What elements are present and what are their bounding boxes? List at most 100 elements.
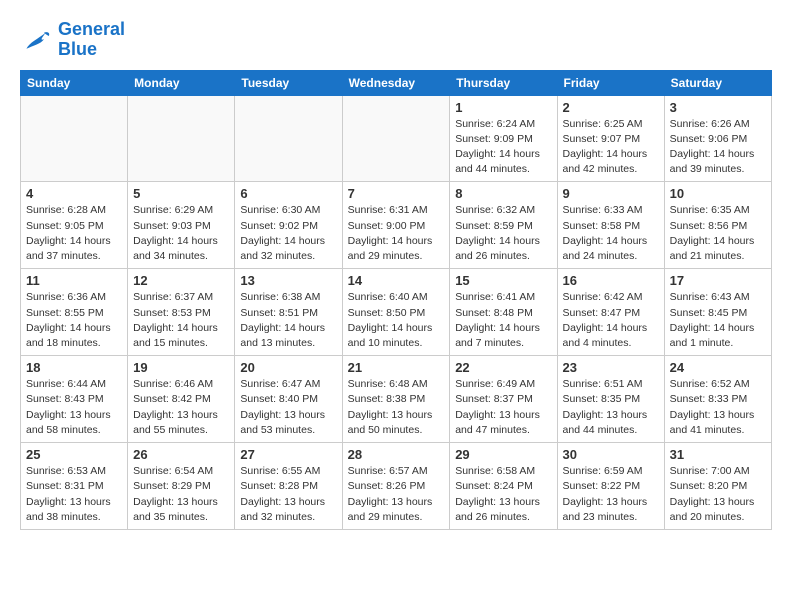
day-number: 8 [455, 186, 551, 201]
day-number: 29 [455, 447, 551, 462]
day-info: Sunrise: 6:41 AM Sunset: 8:48 PM Dayligh… [455, 290, 551, 351]
day-cell: 27 Sunrise: 6:55 AM Sunset: 8:28 PM Dayli… [235, 443, 342, 530]
day-number: 30 [563, 447, 659, 462]
day-cell: 8 Sunrise: 6:32 AM Sunset: 8:59 PM Daylig… [450, 182, 557, 269]
day-cell: 5Sunrise: 6:29 AM Sunset: 9:03 PM Daylig… [128, 182, 235, 269]
day-cell: 25Sunrise: 6:53 AM Sunset: 8:31 PM Dayli… [21, 443, 128, 530]
day-cell: 3 Sunrise: 6:26 AM Sunset: 9:06 PM Daylig… [664, 95, 771, 182]
day-info: Sunrise: 6:42 AM Sunset: 8:47 PM Dayligh… [563, 290, 659, 351]
day-info: Sunrise: 6:44 AM Sunset: 8:43 PM Dayligh… [26, 377, 122, 438]
day-number: 15 [455, 273, 551, 288]
logo: General Blue [20, 20, 125, 60]
day-info: Sunrise: 6:57 AM Sunset: 8:26 PM Dayligh… [348, 464, 445, 525]
day-info: Sunrise: 7:00 AM Sunset: 8:20 PM Dayligh… [670, 464, 766, 525]
col-header-saturday: Saturday [664, 70, 771, 95]
col-header-thursday: Thursday [450, 70, 557, 95]
day-number: 16 [563, 273, 659, 288]
day-number: 22 [455, 360, 551, 375]
day-number: 19 [133, 360, 229, 375]
day-cell: 30 Sunrise: 6:59 AM Sunset: 8:22 PM Dayli… [557, 443, 664, 530]
page-header: General Blue [20, 20, 772, 60]
day-info: Sunrise: 6:38 AM Sunset: 8:51 PM Dayligh… [240, 290, 336, 351]
day-cell: 14 Sunrise: 6:40 AM Sunset: 8:50 PM Dayli… [342, 269, 450, 356]
day-number: 31 [670, 447, 766, 462]
week-row-4: 18 Sunrise: 6:44 AM Sunset: 8:43 PM Dayli… [21, 356, 772, 443]
logo-icon [20, 26, 52, 54]
day-cell: 12 Sunrise: 6:37 AM Sunset: 8:53 PM Dayli… [128, 269, 235, 356]
day-number: 28 [348, 447, 445, 462]
day-number: 23 [563, 360, 659, 375]
day-number: 9 [563, 186, 659, 201]
day-cell: 22Sunrise: 6:49 AM Sunset: 8:37 PM Dayli… [450, 356, 557, 443]
day-info: Sunrise: 6:53 AM Sunset: 8:31 PM Dayligh… [26, 464, 122, 525]
day-info: Sunrise: 6:48 AM Sunset: 8:38 PM Dayligh… [348, 377, 445, 438]
day-cell: 16 Sunrise: 6:42 AM Sunset: 8:47 PM Dayli… [557, 269, 664, 356]
day-cell: 11 Sunrise: 6:36 AM Sunset: 8:55 PM Dayli… [21, 269, 128, 356]
day-number: 3 [670, 100, 766, 115]
week-row-5: 25Sunrise: 6:53 AM Sunset: 8:31 PM Dayli… [21, 443, 772, 530]
day-info: Sunrise: 6:31 AM Sunset: 9:00 PM Dayligh… [348, 203, 445, 264]
day-number: 20 [240, 360, 336, 375]
day-number: 14 [348, 273, 445, 288]
day-cell [342, 95, 450, 182]
week-row-2: 4 Sunrise: 6:28 AM Sunset: 9:05 PM Daylig… [21, 182, 772, 269]
day-cell: 20 Sunrise: 6:47 AM Sunset: 8:40 PM Dayli… [235, 356, 342, 443]
day-info: Sunrise: 6:30 AM Sunset: 9:02 PM Dayligh… [240, 203, 336, 264]
day-number: 17 [670, 273, 766, 288]
day-info: Sunrise: 6:28 AM Sunset: 9:05 PM Dayligh… [26, 203, 122, 264]
day-info: Sunrise: 6:59 AM Sunset: 8:22 PM Dayligh… [563, 464, 659, 525]
day-number: 27 [240, 447, 336, 462]
day-cell: 7 Sunrise: 6:31 AM Sunset: 9:00 PM Daylig… [342, 182, 450, 269]
day-info: Sunrise: 6:47 AM Sunset: 8:40 PM Dayligh… [240, 377, 336, 438]
logo-text: General Blue [58, 20, 125, 60]
week-row-1: 1Sunrise: 6:24 AM Sunset: 9:09 PM Daylig… [21, 95, 772, 182]
col-header-sunday: Sunday [21, 70, 128, 95]
week-row-3: 11 Sunrise: 6:36 AM Sunset: 8:55 PM Dayli… [21, 269, 772, 356]
day-number: 13 [240, 273, 336, 288]
day-number: 24 [670, 360, 766, 375]
day-number: 21 [348, 360, 445, 375]
day-cell: 15 Sunrise: 6:41 AM Sunset: 8:48 PM Dayli… [450, 269, 557, 356]
day-info: Sunrise: 6:51 AM Sunset: 8:35 PM Dayligh… [563, 377, 659, 438]
day-info: Sunrise: 6:55 AM Sunset: 8:28 PM Dayligh… [240, 464, 336, 525]
day-number: 6 [240, 186, 336, 201]
day-info: Sunrise: 6:58 AM Sunset: 8:24 PM Dayligh… [455, 464, 551, 525]
calendar-header-row: SundayMondayTuesdayWednesdayThursdayFrid… [21, 70, 772, 95]
day-info: Sunrise: 6:37 AM Sunset: 8:53 PM Dayligh… [133, 290, 229, 351]
day-number: 26 [133, 447, 229, 462]
day-cell [235, 95, 342, 182]
day-number: 7 [348, 186, 445, 201]
day-info: Sunrise: 6:25 AM Sunset: 9:07 PM Dayligh… [563, 117, 659, 178]
day-info: Sunrise: 6:43 AM Sunset: 8:45 PM Dayligh… [670, 290, 766, 351]
day-info: Sunrise: 6:52 AM Sunset: 8:33 PM Dayligh… [670, 377, 766, 438]
day-cell: 10Sunrise: 6:35 AM Sunset: 8:56 PM Dayli… [664, 182, 771, 269]
day-cell [128, 95, 235, 182]
day-info: Sunrise: 6:24 AM Sunset: 9:09 PM Dayligh… [455, 117, 551, 178]
day-cell: 17 Sunrise: 6:43 AM Sunset: 8:45 PM Dayli… [664, 269, 771, 356]
day-number: 18 [26, 360, 122, 375]
day-cell: 31 Sunrise: 7:00 AM Sunset: 8:20 PM Dayli… [664, 443, 771, 530]
day-number: 10 [670, 186, 766, 201]
day-cell: 23 Sunrise: 6:51 AM Sunset: 8:35 PM Dayli… [557, 356, 664, 443]
day-info: Sunrise: 6:32 AM Sunset: 8:59 PM Dayligh… [455, 203, 551, 264]
day-cell: 19 Sunrise: 6:46 AM Sunset: 8:42 PM Dayli… [128, 356, 235, 443]
day-info: Sunrise: 6:36 AM Sunset: 8:55 PM Dayligh… [26, 290, 122, 351]
day-cell: 13 Sunrise: 6:38 AM Sunset: 8:51 PM Dayli… [235, 269, 342, 356]
day-cell: 26 Sunrise: 6:54 AM Sunset: 8:29 PM Dayli… [128, 443, 235, 530]
day-info: Sunrise: 6:29 AM Sunset: 9:03 PM Dayligh… [133, 203, 229, 264]
day-cell: 6 Sunrise: 6:30 AM Sunset: 9:02 PM Daylig… [235, 182, 342, 269]
calendar-table: SundayMondayTuesdayWednesdayThursdayFrid… [20, 70, 772, 530]
day-cell: 18 Sunrise: 6:44 AM Sunset: 8:43 PM Dayli… [21, 356, 128, 443]
day-number: 12 [133, 273, 229, 288]
day-number: 11 [26, 273, 122, 288]
day-number: 4 [26, 186, 122, 201]
day-cell: 9Sunrise: 6:33 AM Sunset: 8:58 PM Daylig… [557, 182, 664, 269]
day-info: Sunrise: 6:46 AM Sunset: 8:42 PM Dayligh… [133, 377, 229, 438]
col-header-monday: Monday [128, 70, 235, 95]
day-cell: 21 Sunrise: 6:48 AM Sunset: 8:38 PM Dayli… [342, 356, 450, 443]
day-info: Sunrise: 6:54 AM Sunset: 8:29 PM Dayligh… [133, 464, 229, 525]
col-header-wednesday: Wednesday [342, 70, 450, 95]
day-info: Sunrise: 6:40 AM Sunset: 8:50 PM Dayligh… [348, 290, 445, 351]
day-info: Sunrise: 6:26 AM Sunset: 9:06 PM Dayligh… [670, 117, 766, 178]
day-cell: 4 Sunrise: 6:28 AM Sunset: 9:05 PM Daylig… [21, 182, 128, 269]
